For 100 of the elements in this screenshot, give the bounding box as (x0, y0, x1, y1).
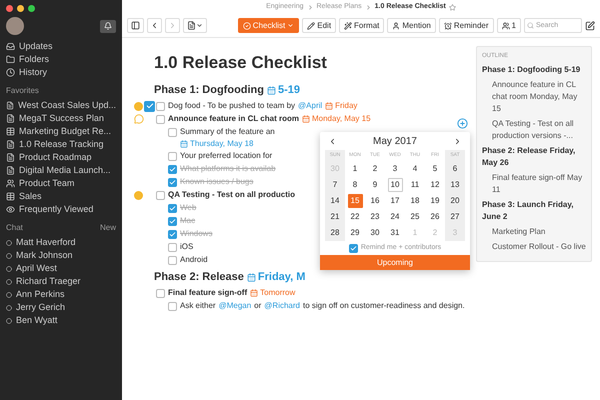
nav-item[interactable]: Folders (6, 53, 116, 66)
favorite-item[interactable]: Product Roadmap (6, 151, 116, 164)
item-text: Final feature sign-off (168, 287, 248, 299)
outline-item[interactable]: Customer Rollout - Go live (482, 241, 586, 253)
favorite-item[interactable]: Frequently Viewed (6, 203, 116, 216)
comment-badge-icon[interactable] (134, 102, 143, 110)
favorite-item[interactable]: West Coast Sales Upd... (6, 99, 116, 112)
comment-icon[interactable] (134, 114, 144, 124)
phase-date: 5-19 (267, 82, 300, 99)
outline-item[interactable]: QA Testing - Test on all production versions -... (482, 118, 586, 142)
checkbox[interactable] (348, 244, 358, 252)
chat-contact[interactable]: Matt Haverford (6, 236, 116, 249)
calendar-day[interactable]: 18 (408, 194, 422, 208)
checkbox[interactable] (168, 128, 177, 136)
favorite-item[interactable]: Product Team (6, 177, 116, 190)
calendar-day[interactable]: 1 (348, 162, 362, 176)
favorite-item[interactable]: 1.0 Release Tracking (6, 138, 116, 151)
checkbox[interactable] (156, 102, 165, 110)
star-icon[interactable] (448, 4, 456, 10)
document-icon (6, 153, 15, 162)
calendar-day[interactable]: 4 (408, 162, 422, 176)
document-icon (6, 140, 15, 149)
checkbox[interactable] (168, 230, 177, 238)
calendar-day[interactable]: 10 (388, 178, 402, 192)
chevron-right-icon (168, 21, 177, 30)
sidebar-icon (131, 21, 140, 30)
chat-contact[interactable]: Richard Traeger (6, 275, 116, 288)
favorite-item[interactable]: MegaT Success Plan (6, 112, 116, 125)
new-chat-link[interactable]: New (100, 222, 116, 234)
previous-month-icon[interactable] (328, 136, 337, 146)
calendar-day[interactable]: 5 (428, 162, 442, 176)
checked-square-icon[interactable] (144, 100, 155, 112)
calendar-day[interactable]: 22 (348, 210, 362, 224)
outline-item[interactable]: Announce feature in CL chat room Monday, May 15 (482, 79, 586, 115)
checkbox[interactable] (168, 256, 177, 264)
favorite-item[interactable]: Sales (6, 190, 116, 203)
item-text: What platforms it is availab (180, 163, 276, 175)
checkbox[interactable] (168, 242, 177, 252)
members-button[interactable]: 1 (496, 18, 521, 33)
chat-contact[interactable]: April West (6, 262, 116, 275)
calendar-day[interactable]: 11 (408, 178, 422, 192)
favorite-item[interactable]: Digital Media Launch... (6, 164, 116, 177)
calendar-day[interactable]: 12 (428, 178, 442, 192)
checkbox[interactable] (168, 164, 177, 174)
nav-item[interactable]: Updates (6, 40, 116, 53)
back-button[interactable] (147, 18, 162, 33)
checkbox[interactable] (168, 302, 177, 310)
calendar-icon (250, 289, 258, 297)
avatar[interactable] (6, 17, 24, 35)
calendar-day[interactable]: 16 (368, 194, 382, 208)
calendar-day[interactable]: 17 (388, 194, 402, 208)
history-icon (6, 68, 15, 77)
chat-contact[interactable]: Jerry Gerich (6, 301, 116, 314)
document-menu-button[interactable] (183, 18, 207, 33)
calendar-day[interactable]: 24 (388, 210, 402, 224)
toolbar-button[interactable]: Edit (302, 18, 336, 33)
calendar-day[interactable]: 25 (408, 210, 422, 224)
outline-heading[interactable]: Phase 1: Dogfooding 5-19 (482, 64, 586, 76)
chevron-left-icon (150, 21, 159, 30)
toolbar-button[interactable]: Reminder (438, 18, 494, 33)
separator-icon (306, 4, 314, 10)
person-icon (392, 22, 400, 30)
checkbox[interactable] (168, 216, 177, 226)
calendar-day[interactable]: 2 (368, 162, 382, 176)
calendar-day[interactable]: 29 (348, 226, 362, 240)
sidebar-toggle-button[interactable] (127, 18, 144, 33)
document-icon (187, 21, 196, 30)
calendar-day[interactable]: 31 (388, 226, 402, 240)
checkbox[interactable] (156, 190, 165, 200)
notifications-button[interactable] (100, 20, 116, 32)
outline-heading[interactable]: Phase 2: Release Friday, May 26 (482, 145, 586, 169)
bell-icon (104, 22, 112, 30)
outline-item[interactable]: Marketing Plan (482, 226, 586, 238)
chat-contact[interactable]: Mark Johnson (6, 249, 116, 262)
outline-heading[interactable]: Phase 3: Launch Friday, June 2 (482, 199, 586, 223)
calendar-day[interactable]: 9 (368, 178, 382, 192)
outline-item[interactable]: Final feature sign-off May 11 (482, 172, 586, 196)
calendar-day[interactable]: 26 (428, 210, 442, 224)
checkbox[interactable] (156, 114, 165, 124)
calendar-day[interactable]: 30 (368, 226, 382, 240)
checkbox[interactable] (168, 204, 177, 212)
calendar-day[interactable]: 8 (348, 178, 362, 192)
presence-circle-icon (6, 304, 12, 310)
comment-badge-icon[interactable] (134, 190, 143, 200)
add-reminder-icon[interactable] (457, 118, 468, 129)
calendar-day[interactable]: 23 (368, 210, 382, 224)
checkbox[interactable] (168, 178, 177, 186)
calendar-day[interactable]: 19 (428, 194, 442, 208)
checkbox[interactable] (156, 288, 165, 298)
toolbar-button[interactable]: Mention (387, 18, 436, 33)
compose-icon[interactable] (585, 20, 595, 30)
chat-contact[interactable]: Ben Wyatt (6, 314, 116, 327)
toolbar-button[interactable]: Format (339, 18, 384, 33)
nav-item[interactable]: History (6, 66, 116, 79)
phase-date: Friday, M (246, 269, 306, 286)
calendar-day[interactable]: 3 (388, 162, 402, 176)
people-icon (6, 179, 15, 188)
favorite-item[interactable]: Marketing Budget Re... (6, 125, 116, 138)
chat-contact[interactable]: Ann Perkins (6, 288, 116, 301)
checkbox[interactable] (168, 152, 177, 160)
